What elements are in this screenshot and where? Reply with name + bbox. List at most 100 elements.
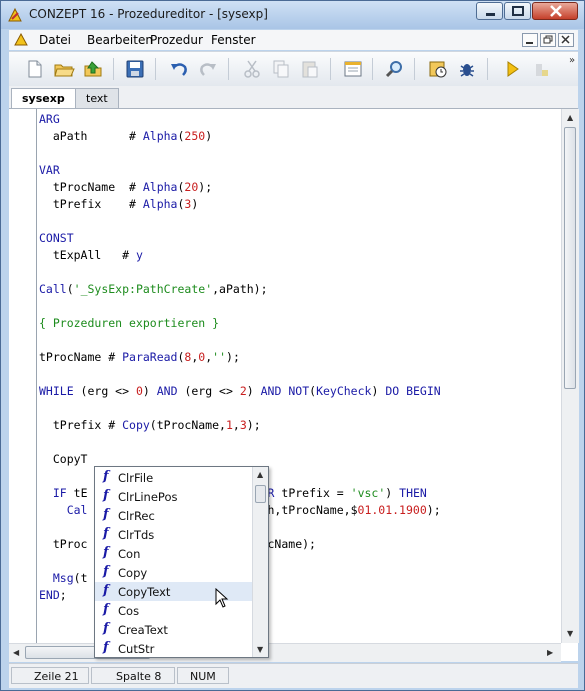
code-line[interactable]: Msg(t (39, 570, 88, 587)
autocomplete-scroll-thumb[interactable] (255, 485, 266, 503)
paste-icon (302, 61, 318, 78)
code-token: '_SysExp:PathCreate' (73, 282, 213, 296)
code-line[interactable]: tProcName # ParaRead(8,0,''); (39, 349, 240, 366)
title-bar[interactable]: CONZEPT 16 - Prozedureditor - [sysexp] (1, 1, 584, 29)
paste-button[interactable] (299, 58, 321, 80)
code-token: ParaRead (122, 350, 178, 364)
code-line[interactable]: tPrefix # Copy(tProcName,1,3); (39, 417, 261, 434)
code-token: VAR (39, 163, 60, 177)
compile-button[interactable] (427, 58, 449, 80)
mdi-restore-button[interactable] (540, 33, 556, 47)
save-button[interactable] (124, 58, 146, 80)
autocomplete-item-label: CreaText (118, 623, 168, 637)
menu-fenster[interactable]: Fenster (211, 33, 256, 47)
debug-icon (460, 64, 474, 77)
status-line: Zeile 21 (11, 667, 89, 684)
code-line[interactable]: END; (39, 587, 67, 604)
code-line[interactable]: WHILE (erg <> 0) AND (erg <> 2) AND NOT(… (39, 383, 441, 400)
procedure-list-button[interactable] (342, 58, 364, 80)
code-token: ( (66, 282, 74, 296)
close-button[interactable] (532, 2, 578, 20)
code-line[interactable]: Call('_SysExp:PathCreate',aPath); (39, 281, 268, 298)
code-line[interactable]: tPrefix # Alpha(3) (39, 196, 198, 213)
code-line[interactable]: tExpAll # y (39, 247, 143, 264)
menu-bearbeiten[interactable]: Bearbeiten (87, 33, 153, 47)
application-window: CONZEPT 16 - Prozedureditor - [sysexp] D… (0, 0, 585, 691)
code-line[interactable]: aPath # Alpha(250) (39, 128, 212, 145)
code-token: tProc (39, 537, 88, 551)
code-line[interactable]: CONST (39, 230, 74, 247)
code-token: 'vsc' (350, 486, 386, 500)
function-icon: f (103, 507, 109, 522)
stop-button[interactable] (530, 58, 552, 80)
toolbar-separator (113, 58, 114, 80)
code-token: ) (142, 384, 157, 398)
tab-text[interactable]: text (75, 88, 119, 108)
code-token: CONST (39, 231, 74, 245)
code-token: AND (260, 384, 282, 398)
tab-sysexp[interactable]: sysexp (11, 88, 76, 109)
autocomplete-item-label: ClrTds (118, 528, 155, 542)
minimize-button[interactable] (476, 2, 503, 20)
code-token: , (232, 418, 240, 432)
mdi-close-button[interactable] (558, 33, 574, 47)
autocomplete-item-label: CutStr (118, 642, 155, 656)
code-line[interactable]: ARG (39, 111, 60, 128)
autocomplete-item[interactable]: f ClrLinePos (95, 487, 252, 506)
code-token: tProcName # (39, 180, 143, 194)
gutter-divider (36, 109, 37, 643)
code-token: ) (191, 197, 199, 211)
autocomplete-item-label: ClrRec (118, 509, 155, 523)
autocomplete-scrollbar[interactable]: ▲ ▼ (252, 467, 268, 657)
debug-button[interactable] (456, 58, 478, 80)
undo-button[interactable] (168, 58, 190, 80)
toolbar-overflow-icon[interactable]: » (569, 55, 575, 66)
mdi-minimize-button[interactable] (522, 33, 538, 47)
code-token: tProcName # (39, 350, 123, 364)
code-token: WHILE (39, 384, 74, 398)
function-icon: f (103, 488, 109, 503)
autocomplete-popup[interactable]: ▲ ▼ f ClrFile f ClrLinePos f ClrRec f ClrTds f Co… (94, 466, 269, 658)
vertical-scrollbar[interactable]: ▲ ▼ (561, 109, 579, 643)
document-menu-icon[interactable] (14, 33, 28, 47)
redo-button[interactable] (197, 58, 219, 80)
code-token: (erg <> (73, 384, 136, 398)
scroll-down-arrow-icon[interactable]: ▼ (257, 645, 263, 655)
code-line[interactable]: VAR (39, 162, 60, 179)
find-button[interactable] (384, 58, 406, 80)
vertical-scroll-thumb[interactable] (564, 127, 576, 389)
code-token: Alpha (142, 180, 178, 194)
open-folder-button[interactable] (53, 58, 75, 80)
autocomplete-item-label: Con (118, 547, 141, 561)
scroll-up-arrow-icon[interactable]: ▲ (567, 113, 573, 123)
autocomplete-item[interactable]: f CreaText (95, 620, 252, 639)
open-procedure-button[interactable] (82, 58, 104, 80)
autocomplete-item[interactable]: f Con (95, 544, 252, 563)
code-token: Msg (52, 571, 74, 585)
scroll-down-arrow-icon[interactable]: ▼ (567, 629, 573, 639)
new-document-button[interactable] (24, 58, 46, 80)
maximize-button[interactable] (504, 2, 531, 20)
scroll-right-arrow-icon[interactable]: ▶ (547, 648, 553, 658)
horizontal-scrollbar[interactable]: ◀ ▶ (9, 643, 561, 662)
run-button[interactable] (501, 58, 523, 80)
code-token: 250 (184, 129, 206, 143)
scroll-up-arrow-icon[interactable]: ▲ (257, 470, 263, 480)
code-token: Copy (122, 418, 150, 432)
window-title: CONZEPT 16 - Prozedureditor - [sysexp] (29, 7, 268, 21)
autocomplete-item[interactable]: f CutStr (95, 639, 252, 657)
code-line[interactable]: { Prozeduren exportieren } (39, 315, 219, 332)
code-line[interactable]: tProcName # Alpha(20); (39, 179, 212, 196)
copy-button[interactable] (270, 58, 292, 80)
menu-prozedur[interactable]: Prozedur (150, 33, 203, 47)
menu-datei[interactable]: Datei (39, 33, 71, 47)
autocomplete-item[interactable]: f ClrTds (95, 525, 252, 544)
code-token: (t (73, 571, 88, 585)
autocomplete-item[interactable]: f ClrFile (95, 468, 252, 487)
toolbar-separator (487, 58, 488, 80)
autocomplete-item[interactable]: f ClrRec (95, 506, 252, 525)
scroll-left-arrow-icon[interactable]: ◀ (13, 648, 19, 658)
autocomplete-item[interactable]: f Copy (95, 563, 252, 582)
cut-button[interactable] (241, 58, 263, 80)
code-line[interactable]: CopyT (39, 451, 88, 468)
